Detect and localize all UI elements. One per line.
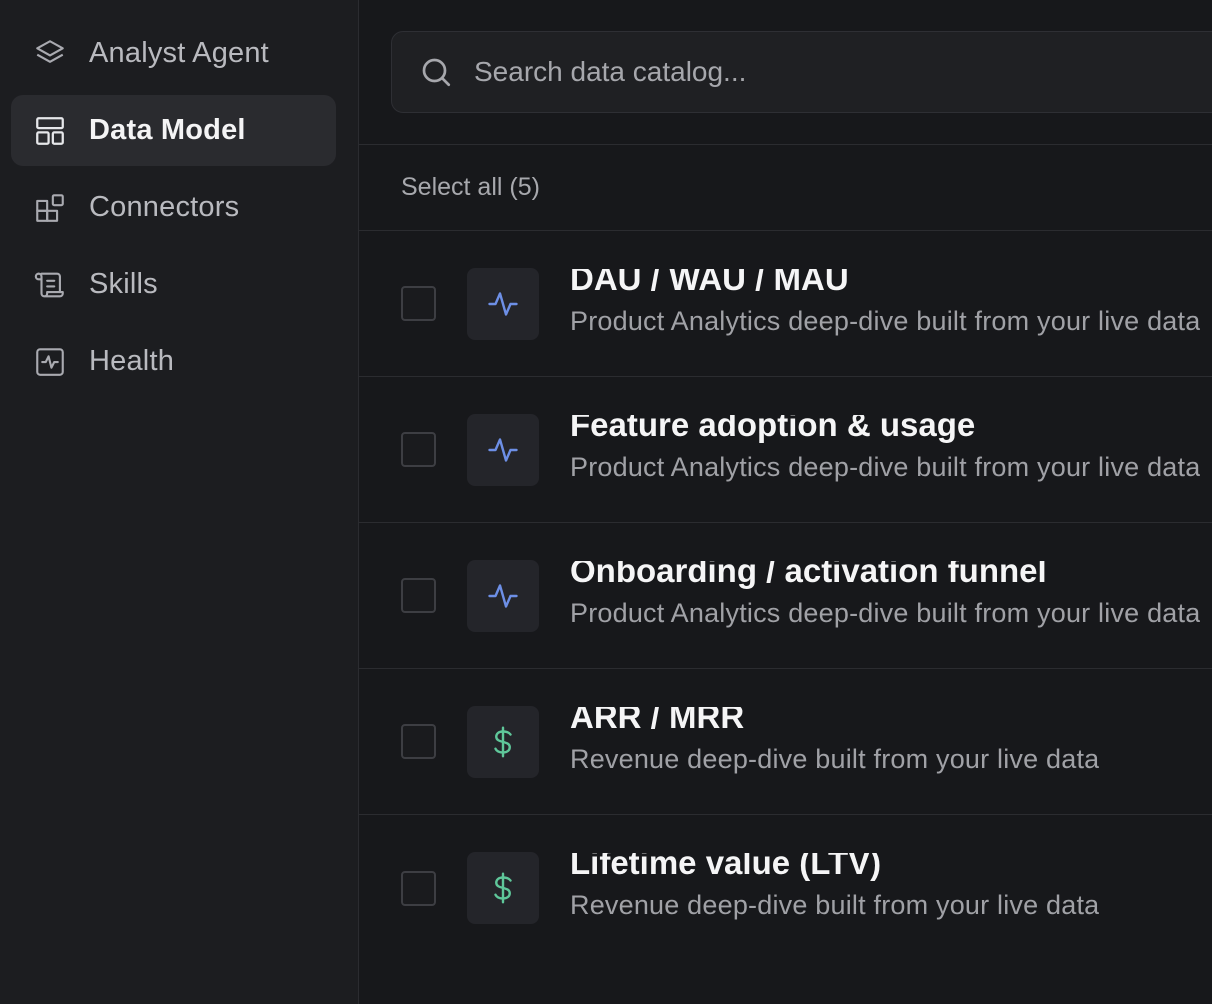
- scroll-icon: [33, 268, 67, 302]
- catalog-item-title: ARR / MRR: [570, 706, 745, 735]
- sidebar-item-analyst-agent[interactable]: Analyst Agent: [11, 18, 336, 89]
- catalog-item-arr-mrr[interactable]: ARR / MRR Revenue deep-dive built from y…: [359, 669, 1212, 815]
- catalog-item-description: Revenue deep-dive built from your live d…: [570, 890, 1100, 920]
- search-input[interactable]: [474, 56, 1074, 88]
- catalog-item-title: Onboarding / activation funnel: [570, 560, 1047, 589]
- catalog-item-checkbox[interactable]: [401, 870, 436, 906]
- sidebar-item-label: Skills: [89, 268, 158, 300]
- sidebar-item-connectors[interactable]: Connectors: [11, 172, 336, 243]
- catalog-item-title: Lifetime value (LTV): [570, 853, 882, 881]
- sidebar-item-skills[interactable]: Skills: [11, 249, 336, 320]
- activity-icon: [467, 267, 539, 340]
- catalog-item-description: Product Analytics deep-dive built from y…: [570, 305, 1201, 336]
- sidebar-item-data-model[interactable]: Data Model: [11, 95, 336, 166]
- catalog-item-feature-adoption[interactable]: Feature adoption & usage Product Analyti…: [359, 377, 1212, 523]
- catalog-item-description: Product Analytics deep-dive built from y…: [570, 451, 1201, 482]
- layout-icon: [33, 114, 67, 148]
- catalog-item-checkbox[interactable]: [401, 724, 436, 759]
- sidebar-item-health[interactable]: Health: [11, 326, 336, 397]
- dollar-icon: [467, 852, 539, 924]
- search-bar: [359, 0, 1212, 145]
- catalog-item-onboarding-funnel[interactable]: Onboarding / activation funnel Product A…: [359, 523, 1212, 669]
- blocks-icon: [33, 191, 67, 225]
- sidebar-item-label: Analyst Agent: [89, 37, 269, 69]
- main-content: Select all (5) DAU / WAU / MAU Product A…: [359, 0, 1212, 1004]
- sidebar-item-label: Data Model: [89, 114, 246, 146]
- sidebar-item-label: Health: [89, 345, 175, 377]
- catalog-item-title: DAU / WAU / MAU: [570, 268, 849, 297]
- app-window: Analyst Agent Data Model Connectors Skil…: [0, 0, 1212, 1004]
- catalog-item-description: Product Analytics deep-dive built from y…: [570, 597, 1201, 628]
- catalog-item-ltv[interactable]: Lifetime value (LTV) Revenue deep-dive b…: [359, 815, 1212, 961]
- catalog-item-description: Revenue deep-dive built from your live d…: [570, 743, 1100, 774]
- layers-icon: [33, 37, 67, 71]
- catalog-list: DAU / WAU / MAU Product Analytics deep-d…: [359, 231, 1212, 961]
- catalog-item-dau-wau-mau[interactable]: DAU / WAU / MAU Product Analytics deep-d…: [359, 231, 1212, 377]
- catalog-item-text: Feature adoption & usage Product Analyti…: [570, 415, 1200, 485]
- search-box[interactable]: [391, 31, 1212, 113]
- activity-icon: [467, 559, 539, 632]
- catalog-item-text: DAU / WAU / MAU Product Analytics deep-d…: [570, 269, 1200, 339]
- sidebar-item-label: Connectors: [89, 191, 240, 223]
- activity-square-icon: [33, 345, 67, 379]
- catalog-item-text: Lifetime value (LTV) Revenue deep-dive b…: [570, 853, 1099, 923]
- search-icon: [418, 54, 454, 90]
- catalog-item-checkbox[interactable]: [401, 432, 436, 467]
- dollar-icon: [467, 705, 539, 778]
- catalog-item-checkbox[interactable]: [401, 578, 436, 613]
- catalog-item-text: ARR / MRR Revenue deep-dive built from y…: [570, 707, 1099, 777]
- catalog-item-checkbox[interactable]: [401, 286, 436, 321]
- select-all-row: Select all (5): [359, 145, 1212, 231]
- sidebar: Analyst Agent Data Model Connectors Skil…: [0, 0, 359, 1004]
- catalog-item-title: Feature adoption & usage: [570, 414, 976, 443]
- select-all-button[interactable]: Select all (5): [401, 173, 540, 202]
- activity-icon: [467, 413, 539, 486]
- catalog-item-text: Onboarding / activation funnel Product A…: [570, 561, 1200, 631]
